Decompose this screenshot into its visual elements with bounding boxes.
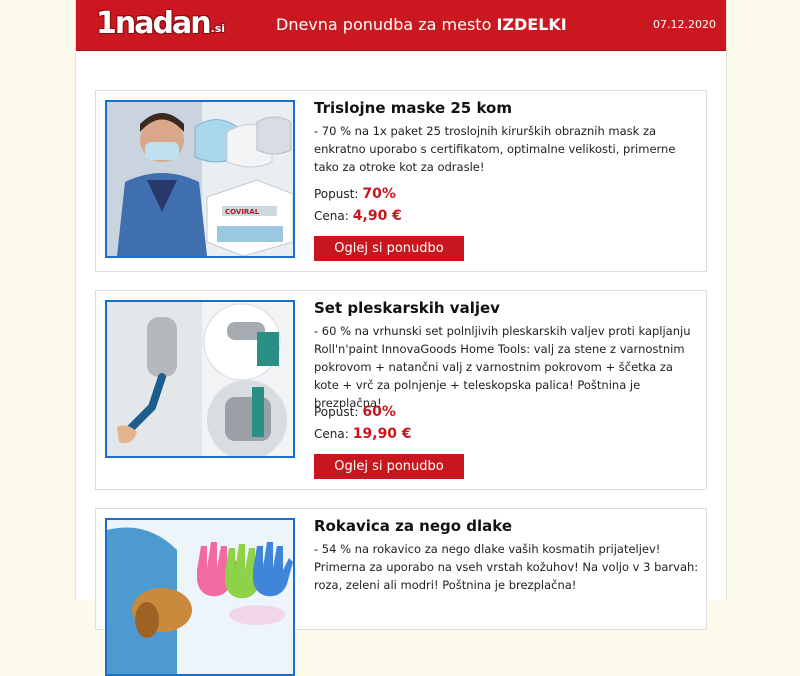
offer-card: Set pleskarskih valjev - 60 % na vrhunsk…	[95, 290, 707, 490]
offer-title[interactable]: Rokavica za nego dlake	[314, 517, 512, 535]
header-title-prefix: Dnevna ponudba za mesto	[276, 15, 497, 34]
price-value: 4,90 €	[352, 208, 402, 224]
offer-title[interactable]: Trislojne maske 25 kom	[314, 99, 512, 117]
discount-row: Popust: 70%	[314, 186, 396, 202]
header-title: Dnevna ponudba za mesto IZDELKI	[276, 0, 567, 50]
price-label: Cena:	[314, 209, 349, 223]
discount-value: 60%	[362, 404, 396, 420]
face-mask-icon: COVIRAL	[107, 102, 293, 256]
offer-image[interactable]	[105, 300, 295, 458]
price-value: 19,90 €	[352, 426, 412, 442]
view-offer-button[interactable]: Oglej si ponudbo	[314, 236, 464, 261]
discount-label: Popust:	[314, 187, 359, 201]
logo-tld: .si	[210, 22, 226, 35]
svg-text:COVIRAL: COVIRAL	[225, 208, 260, 216]
discount-value: 70%	[362, 186, 396, 202]
offer-description: - 70 % na 1x paket 25 troslojnih kiruršk…	[314, 124, 676, 174]
header-date: 07.12.2020	[653, 18, 716, 31]
header-bar: 1nadan.si Dnevna ponudba za mesto IZDELK…	[76, 0, 726, 51]
discount-label: Popust:	[314, 405, 359, 419]
view-offer-button[interactable]: Oglej si ponudbo	[314, 454, 464, 479]
paint-roller-icon	[107, 302, 293, 456]
offer-description: - 60 % na vrhunski set polnljivih pleska…	[314, 324, 691, 410]
offer-description: - 54 % na rokavico za nego dlake vaših k…	[314, 542, 699, 592]
offer-image[interactable]	[105, 518, 295, 676]
header-city: IZDELKI	[496, 15, 567, 34]
offer-card: Rokavica za nego dlake - 54 % na rokavic…	[95, 508, 707, 676]
offer-title[interactable]: Set pleskarskih valjev	[314, 299, 500, 317]
price-label: Cena:	[314, 427, 349, 441]
logo[interactable]: 1nadan.si	[96, 6, 225, 42]
logo-text: 1nadan	[96, 6, 212, 41]
offer-image[interactable]: COVIRAL	[105, 100, 295, 258]
grooming-glove-icon	[107, 520, 293, 674]
discount-row: Popust: 60%	[314, 404, 396, 420]
price-row: Cena: 4,90 €	[314, 208, 402, 224]
offer-card: COVIRAL Trislojne maske 25 kom - 70 % na…	[95, 90, 707, 272]
price-row: Cena: 19,90 €	[314, 426, 412, 442]
email-container: 1nadan.si Dnevna ponudba za mesto IZDELK…	[75, 0, 727, 676]
